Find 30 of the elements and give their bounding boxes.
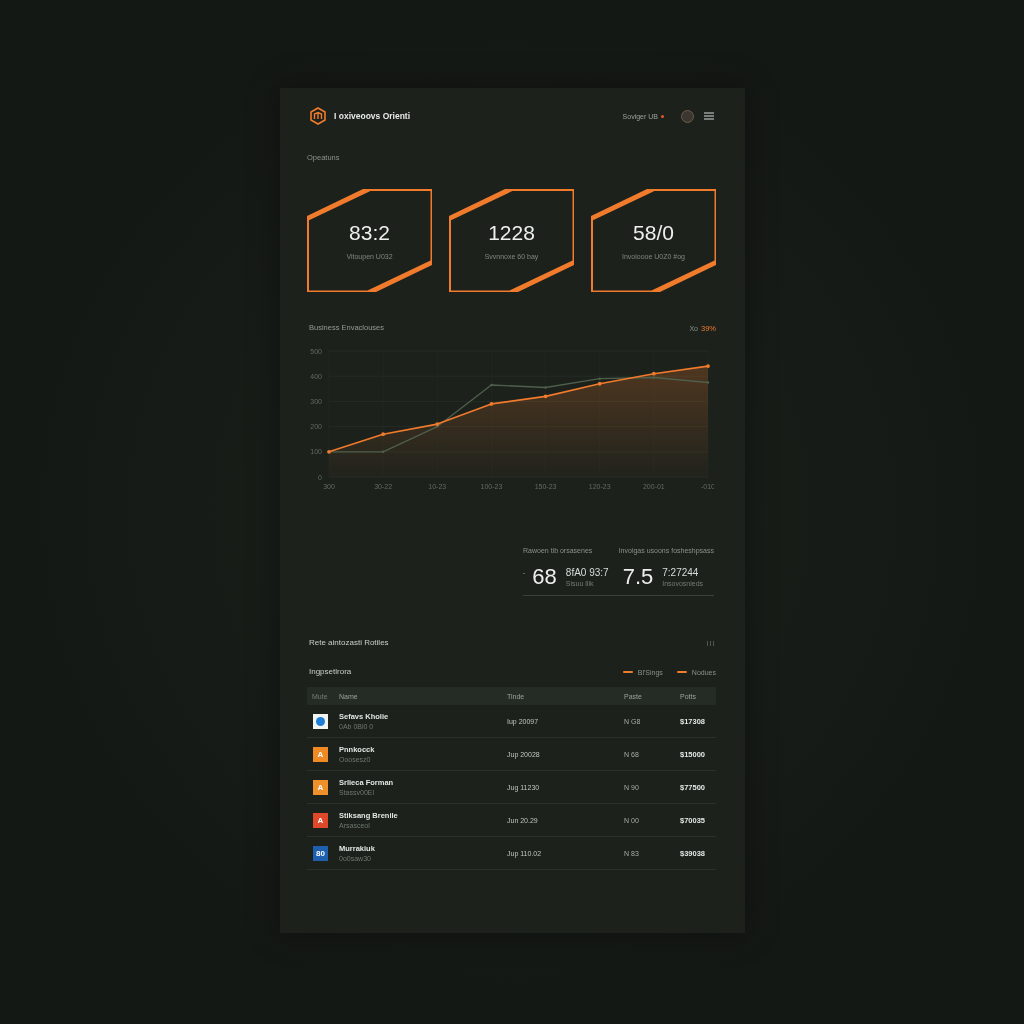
data-point xyxy=(544,386,547,389)
data-point xyxy=(489,402,494,406)
data-point xyxy=(543,394,548,399)
company-logo-icon xyxy=(313,713,328,729)
company-logo: A xyxy=(313,779,328,795)
company-logo: A xyxy=(313,746,328,762)
legend-dash-icon xyxy=(622,671,633,673)
data-point xyxy=(327,449,331,454)
summary-value: 68 xyxy=(532,564,557,590)
data-point xyxy=(381,450,385,453)
summary-detail: 8fA0 93:7 xyxy=(565,566,609,579)
summary-detail: 7:27244 xyxy=(662,566,700,579)
avatar[interactable] xyxy=(681,109,694,123)
summary-value: 7.5 xyxy=(622,564,654,590)
app-title: I oxiveoovs Orienti xyxy=(334,111,411,121)
data-point xyxy=(490,383,493,387)
bars-icon[interactable] xyxy=(707,640,714,646)
table-subtitle: Ingpsetlrora xyxy=(309,667,352,677)
stat-value: 1228 xyxy=(488,220,535,245)
menu-icon[interactable] xyxy=(704,112,714,120)
company-logo: A xyxy=(313,812,328,828)
data-point xyxy=(706,381,710,384)
data-point xyxy=(706,364,710,368)
legend-dash-icon xyxy=(676,671,687,673)
stat-value: 58/0 xyxy=(633,220,674,245)
hexagon-logo-icon xyxy=(309,107,327,125)
company-logo: 80 xyxy=(313,845,328,861)
table-title: Rete aintozasti Rotiles xyxy=(309,638,389,648)
data-point xyxy=(381,432,386,437)
stat-value: 83:2 xyxy=(349,220,390,245)
